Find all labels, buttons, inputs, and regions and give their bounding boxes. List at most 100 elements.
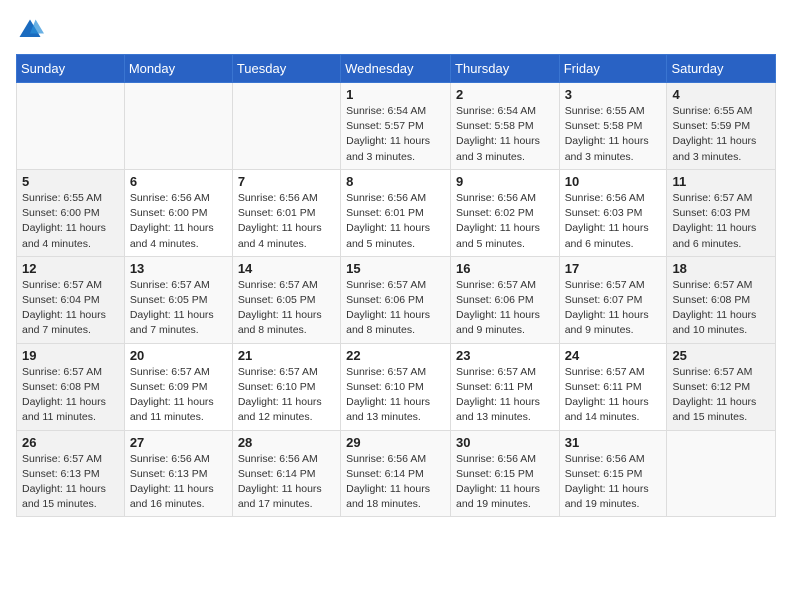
calendar-cell: 24 Sunrise: 6:57 AMSunset: 6:11 PMDayligh… <box>559 343 667 430</box>
day-number: 3 <box>565 87 662 102</box>
day-info: Sunrise: 6:57 AMSunset: 6:06 PMDaylight:… <box>346 278 445 339</box>
day-info: Sunrise: 6:56 AMSunset: 6:15 PMDaylight:… <box>565 452 662 513</box>
day-number: 21 <box>238 348 335 363</box>
weekday-monday: Monday <box>124 55 232 83</box>
day-info: Sunrise: 6:56 AMSunset: 6:15 PMDaylight:… <box>456 452 554 513</box>
day-info: Sunrise: 6:57 AMSunset: 6:10 PMDaylight:… <box>346 365 445 426</box>
day-number: 28 <box>238 435 335 450</box>
day-info: Sunrise: 6:54 AMSunset: 5:57 PMDaylight:… <box>346 104 445 165</box>
day-info: Sunrise: 6:56 AMSunset: 6:02 PMDaylight:… <box>456 191 554 252</box>
calendar-cell: 14 Sunrise: 6:57 AMSunset: 6:05 PMDayligh… <box>232 256 340 343</box>
day-number: 13 <box>130 261 227 276</box>
day-info: Sunrise: 6:57 AMSunset: 6:05 PMDaylight:… <box>238 278 335 339</box>
day-info: Sunrise: 6:57 AMSunset: 6:08 PMDaylight:… <box>22 365 119 426</box>
day-number: 14 <box>238 261 335 276</box>
calendar-cell: 23Sunrise: 6:57 AMSunset: 6:11 PMDayligh… <box>451 343 560 430</box>
day-number: 6 <box>130 174 227 189</box>
day-info: Sunrise: 6:57 AMSunset: 6:03 PMDaylight:… <box>672 191 770 252</box>
day-info: Sunrise: 6:55 AMSunset: 5:59 PMDaylight:… <box>672 104 770 165</box>
day-number: 11 <box>672 174 770 189</box>
day-info: Sunrise: 6:57 AMSunset: 6:08 PMDaylight:… <box>672 278 770 339</box>
calendar-cell: 7 Sunrise: 6:56 AMSunset: 6:01 PMDaylight… <box>232 169 340 256</box>
day-number: 4 <box>672 87 770 102</box>
logo-icon <box>16 16 44 44</box>
day-number: 22 <box>346 348 445 363</box>
calendar-cell: 21Sunrise: 6:57 AMSunset: 6:10 PMDayligh… <box>232 343 340 430</box>
logo <box>16 16 48 44</box>
weekday-header-row: SundayMondayTuesdayWednesdayThursdayFrid… <box>17 55 776 83</box>
calendar-cell: 13Sunrise: 6:57 AMSunset: 6:05 PMDayligh… <box>124 256 232 343</box>
day-number: 1 <box>346 87 445 102</box>
calendar-cell <box>667 430 776 517</box>
day-info: Sunrise: 6:56 AMSunset: 6:03 PMDaylight:… <box>565 191 662 252</box>
week-row-2: 5 Sunrise: 6:55 AMSunset: 6:00 PMDaylight… <box>17 169 776 256</box>
day-info: Sunrise: 6:56 AMSunset: 6:01 PMDaylight:… <box>238 191 335 252</box>
day-number: 5 <box>22 174 119 189</box>
day-info: Sunrise: 6:54 AMSunset: 5:58 PMDaylight:… <box>456 104 554 165</box>
page-header <box>16 16 776 44</box>
weekday-tuesday: Tuesday <box>232 55 340 83</box>
calendar-body: 1 Sunrise: 6:54 AMSunset: 5:57 PMDaylight… <box>17 83 776 517</box>
calendar-cell: 29 Sunrise: 6:56 AMSunset: 6:14 PMDayligh… <box>341 430 451 517</box>
calendar-cell <box>232 83 340 170</box>
day-number: 10 <box>565 174 662 189</box>
calendar-cell: 30 Sunrise: 6:56 AMSunset: 6:15 PMDayligh… <box>451 430 560 517</box>
calendar-cell: 12 Sunrise: 6:57 AMSunset: 6:04 PMDayligh… <box>17 256 125 343</box>
calendar-cell: 17Sunrise: 6:57 AMSunset: 6:07 PMDayligh… <box>559 256 667 343</box>
day-info: Sunrise: 6:56 AMSunset: 6:14 PMDaylight:… <box>238 452 335 513</box>
day-number: 27 <box>130 435 227 450</box>
day-number: 15 <box>346 261 445 276</box>
calendar-cell: 1 Sunrise: 6:54 AMSunset: 5:57 PMDaylight… <box>341 83 451 170</box>
week-row-3: 12 Sunrise: 6:57 AMSunset: 6:04 PMDayligh… <box>17 256 776 343</box>
calendar-cell <box>17 83 125 170</box>
day-number: 31 <box>565 435 662 450</box>
weekday-saturday: Saturday <box>667 55 776 83</box>
day-number: 18 <box>672 261 770 276</box>
day-number: 8 <box>346 174 445 189</box>
day-number: 7 <box>238 174 335 189</box>
calendar-cell: 31 Sunrise: 6:56 AMSunset: 6:15 PMDayligh… <box>559 430 667 517</box>
day-number: 23 <box>456 348 554 363</box>
calendar-cell: 4 Sunrise: 6:55 AMSunset: 5:59 PMDaylight… <box>667 83 776 170</box>
calendar-cell: 11 Sunrise: 6:57 AMSunset: 6:03 PMDayligh… <box>667 169 776 256</box>
calendar-cell: 26 Sunrise: 6:57 AMSunset: 6:13 PMDayligh… <box>17 430 125 517</box>
day-info: Sunrise: 6:56 AMSunset: 6:00 PMDaylight:… <box>130 191 227 252</box>
day-info: Sunrise: 6:55 AMSunset: 6:00 PMDaylight:… <box>22 191 119 252</box>
day-info: Sunrise: 6:57 AMSunset: 6:06 PMDaylight:… <box>456 278 554 339</box>
weekday-sunday: Sunday <box>17 55 125 83</box>
calendar-table: SundayMondayTuesdayWednesdayThursdayFrid… <box>16 54 776 517</box>
day-number: 16 <box>456 261 554 276</box>
calendar-cell: 15 Sunrise: 6:57 AMSunset: 6:06 PMDayligh… <box>341 256 451 343</box>
week-row-5: 26 Sunrise: 6:57 AMSunset: 6:13 PMDayligh… <box>17 430 776 517</box>
day-info: Sunrise: 6:57 AMSunset: 6:11 PMDaylight:… <box>565 365 662 426</box>
calendar-cell: 3Sunrise: 6:55 AMSunset: 5:58 PMDaylight… <box>559 83 667 170</box>
week-row-1: 1 Sunrise: 6:54 AMSunset: 5:57 PMDaylight… <box>17 83 776 170</box>
day-number: 30 <box>456 435 554 450</box>
calendar-cell: 18 Sunrise: 6:57 AMSunset: 6:08 PMDayligh… <box>667 256 776 343</box>
day-number: 19 <box>22 348 119 363</box>
day-info: Sunrise: 6:56 AMSunset: 6:14 PMDaylight:… <box>346 452 445 513</box>
day-info: Sunrise: 6:57 AMSunset: 6:09 PMDaylight:… <box>130 365 227 426</box>
calendar-cell: 16 Sunrise: 6:57 AMSunset: 6:06 PMDayligh… <box>451 256 560 343</box>
calendar-cell: 20Sunrise: 6:57 AMSunset: 6:09 PMDayligh… <box>124 343 232 430</box>
calendar-cell: 25Sunrise: 6:57 AMSunset: 6:12 PMDayligh… <box>667 343 776 430</box>
calendar-cell: 9Sunrise: 6:56 AMSunset: 6:02 PMDaylight… <box>451 169 560 256</box>
day-info: Sunrise: 6:57 AMSunset: 6:04 PMDaylight:… <box>22 278 119 339</box>
calendar-cell: 2Sunrise: 6:54 AMSunset: 5:58 PMDaylight… <box>451 83 560 170</box>
day-number: 12 <box>22 261 119 276</box>
day-info: Sunrise: 6:57 AMSunset: 6:12 PMDaylight:… <box>672 365 770 426</box>
calendar-cell: 19 Sunrise: 6:57 AMSunset: 6:08 PMDayligh… <box>17 343 125 430</box>
day-number: 26 <box>22 435 119 450</box>
week-row-4: 19 Sunrise: 6:57 AMSunset: 6:08 PMDayligh… <box>17 343 776 430</box>
day-number: 24 <box>565 348 662 363</box>
calendar-cell: 10 Sunrise: 6:56 AMSunset: 6:03 PMDayligh… <box>559 169 667 256</box>
day-number: 29 <box>346 435 445 450</box>
day-info: Sunrise: 6:57 AMSunset: 6:13 PMDaylight:… <box>22 452 119 513</box>
day-info: Sunrise: 6:56 AMSunset: 6:13 PMDaylight:… <box>130 452 227 513</box>
calendar-cell: 6 Sunrise: 6:56 AMSunset: 6:00 PMDaylight… <box>124 169 232 256</box>
calendar-cell: 5 Sunrise: 6:55 AMSunset: 6:00 PMDaylight… <box>17 169 125 256</box>
weekday-wednesday: Wednesday <box>341 55 451 83</box>
calendar-cell: 22 Sunrise: 6:57 AMSunset: 6:10 PMDayligh… <box>341 343 451 430</box>
day-info: Sunrise: 6:57 AMSunset: 6:07 PMDaylight:… <box>565 278 662 339</box>
weekday-friday: Friday <box>559 55 667 83</box>
